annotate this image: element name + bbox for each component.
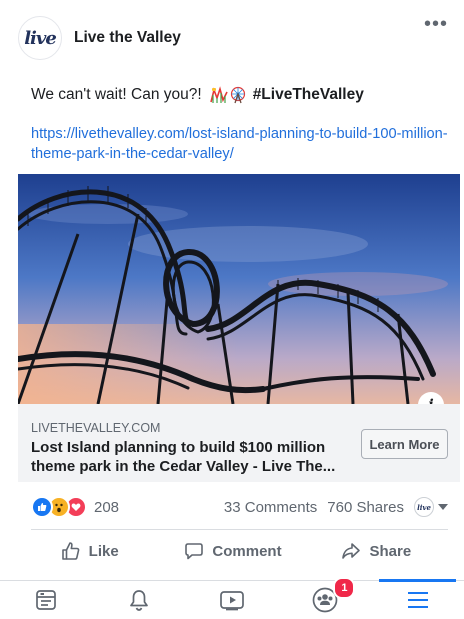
like-button[interactable]: Like xyxy=(18,541,161,561)
news-feed-icon xyxy=(36,590,57,610)
roller-coaster-photo xyxy=(18,174,460,404)
page-name[interactable]: Live the Valley xyxy=(74,29,181,47)
share-label: Share xyxy=(369,542,412,560)
post-header: live Live the Valley ••• xyxy=(18,14,450,62)
divider xyxy=(31,529,448,530)
more-options-icon[interactable]: ••• xyxy=(424,14,448,34)
react-as-page-avatar[interactable]: live xyxy=(414,497,434,517)
share-arrow-icon xyxy=(342,543,361,559)
comment-label: Comment xyxy=(212,542,282,560)
link-title: Lost Island planning to build $100 milli… xyxy=(31,439,336,475)
reaction-count: 208 xyxy=(94,498,120,516)
post-actions: Like Comment Share xyxy=(18,532,448,570)
nav-news-feed[interactable] xyxy=(0,581,93,619)
emoji-group xyxy=(209,86,247,104)
share-button[interactable]: Share xyxy=(305,541,448,561)
stats-right: 33 Comments 760 Shares live xyxy=(224,497,448,517)
post-message: We can't wait! Can you?! xyxy=(31,86,202,103)
bottom-navigation: 1 xyxy=(0,577,464,619)
avatar-logo-text: live xyxy=(24,27,57,49)
link-preview-image[interactable]: i xyxy=(18,174,460,404)
roller-coaster-emoji xyxy=(209,86,228,103)
reactions-summary[interactable]: 208 xyxy=(31,496,119,518)
nav-groups[interactable]: 1 xyxy=(278,577,371,619)
link-preview-meta[interactable]: LIVETHEVALLEY.COM Lost Island planning t… xyxy=(18,404,460,482)
thumbs-up-icon xyxy=(61,542,80,560)
post-url-link[interactable]: https://livethevalley.com/lost-island-pl… xyxy=(31,124,451,164)
nav-watch[interactable] xyxy=(186,581,279,619)
learn-more-button[interactable]: Learn More xyxy=(361,429,448,459)
ferris-wheel-emoji xyxy=(230,86,245,104)
nav-notifications[interactable] xyxy=(93,581,186,619)
watch-video-icon xyxy=(220,591,244,611)
active-tab-indicator xyxy=(379,579,456,582)
comment-button[interactable]: Comment xyxy=(161,541,304,561)
comment-bubble-icon xyxy=(185,543,204,560)
like-label: Like xyxy=(88,542,119,560)
notifications-bell-icon xyxy=(130,590,149,611)
link-domain: LIVETHEVALLEY.COM xyxy=(31,421,161,435)
hashtag-link[interactable]: #LiveTheValley xyxy=(253,86,364,104)
post-text: We can't wait! Can you?! #LiveTheValley xyxy=(31,86,364,104)
like-reaction-icon xyxy=(31,496,53,518)
caret-down-icon[interactable] xyxy=(438,504,448,510)
menu-icon xyxy=(407,592,428,608)
page-avatar[interactable]: live xyxy=(18,16,62,60)
shares-count[interactable]: 760 Shares xyxy=(327,499,404,516)
nav-menu[interactable] xyxy=(371,579,464,619)
comments-count[interactable]: 33 Comments xyxy=(224,499,317,516)
engagement-stats: 208 33 Comments 760 Shares live xyxy=(31,494,448,520)
groups-notification-badge: 1 xyxy=(333,577,356,599)
